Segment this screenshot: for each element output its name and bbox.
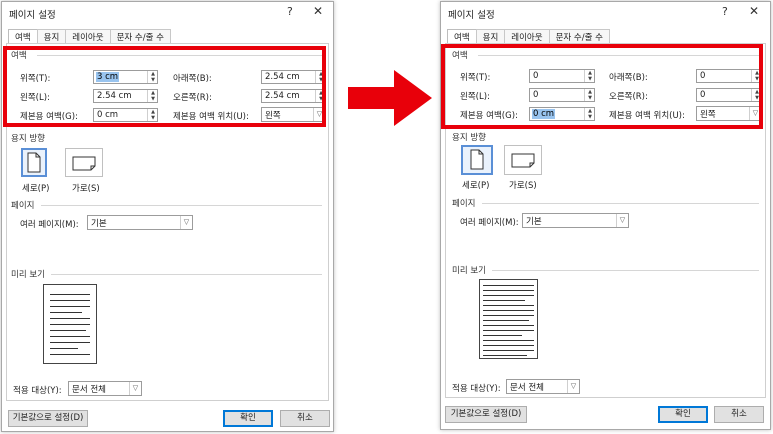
multiple-pages-label: 여러 페이지(M): — [20, 220, 79, 230]
portrait-button[interactable] — [21, 148, 47, 177]
pages-group-label: 페이지 — [11, 201, 35, 211]
portrait-label: 세로(P) — [22, 184, 50, 194]
cancel-button[interactable]: 취소 — [280, 410, 330, 427]
apply-to-label: 적용 대상(Y): — [452, 384, 501, 394]
tab-layout[interactable]: 레이아웃 — [504, 29, 550, 43]
chevron-down-icon[interactable]: ▽ — [616, 214, 628, 227]
apply-to-select[interactable]: 문서 전체 ▽ — [68, 381, 142, 396]
orientation-group-label: 용지 방향 — [452, 133, 486, 143]
cancel-button[interactable]: 취소 — [714, 406, 764, 423]
close-icon[interactable]: ✕ — [313, 4, 323, 18]
help-icon[interactable]: ? — [722, 5, 728, 18]
preview-group-label: 미리 보기 — [452, 266, 486, 276]
chevron-down-icon[interactable]: ▽ — [567, 380, 579, 393]
page-preview — [43, 284, 97, 364]
group-divider — [492, 270, 759, 271]
tab-paper[interactable]: 용지 — [36, 29, 67, 43]
orientation-group-label: 용지 방향 — [11, 134, 45, 144]
tab-margins[interactable]: 여백 — [8, 29, 38, 44]
portrait-button[interactable] — [461, 145, 493, 175]
landscape-label: 가로(S) — [72, 184, 100, 194]
chevron-down-icon[interactable]: ▽ — [180, 216, 192, 229]
landscape-page-icon — [72, 156, 96, 171]
group-divider — [41, 205, 322, 206]
portrait-page-icon — [27, 152, 41, 173]
multiple-pages-label: 여러 페이지(M): — [460, 218, 519, 228]
help-icon[interactable]: ? — [287, 5, 293, 18]
set-as-default-button[interactable]: 기본값으로 설정(D) — [445, 406, 527, 423]
apply-to-select[interactable]: 문서 전체 ▽ — [506, 379, 580, 394]
dialog-title: 페이지 설정 — [9, 10, 56, 21]
chevron-down-icon[interactable]: ▽ — [129, 382, 141, 395]
multiple-pages-value: 기본 — [91, 219, 107, 229]
tab-margins[interactable]: 여백 — [447, 29, 477, 44]
margins-highlight-box-before — [3, 46, 326, 127]
landscape-button[interactable] — [504, 145, 542, 175]
landscape-page-icon — [511, 153, 535, 168]
tab-chars-lines[interactable]: 문자 수/줄 수 — [548, 29, 610, 43]
multiple-pages-select[interactable]: 기본 ▽ — [522, 213, 629, 228]
tab-layout[interactable]: 레이아웃 — [65, 29, 111, 43]
arrow-right-icon — [348, 70, 432, 126]
pages-group-label: 페이지 — [452, 199, 476, 209]
dialog-title-bar: 페이지 설정 ? ✕ — [2, 2, 333, 24]
portrait-label: 세로(P) — [462, 181, 490, 191]
ok-button[interactable]: 확인 — [223, 410, 273, 427]
apply-to-value: 문서 전체 — [510, 383, 544, 393]
group-divider — [51, 274, 322, 275]
margins-highlight-box-after — [441, 44, 763, 129]
apply-to-value: 문서 전체 — [72, 385, 106, 395]
tab-paper[interactable]: 용지 — [475, 29, 506, 43]
multiple-pages-value: 기본 — [526, 217, 542, 227]
close-icon[interactable]: ✕ — [749, 4, 759, 18]
multiple-pages-select[interactable]: 기본 ▽ — [87, 215, 193, 230]
set-as-default-button[interactable]: 기본값으로 설정(D) — [8, 410, 88, 427]
tab-chars-lines[interactable]: 문자 수/줄 수 — [109, 29, 171, 43]
page-preview — [479, 279, 538, 359]
landscape-button[interactable] — [65, 148, 103, 177]
dialog-title: 페이지 설정 — [448, 10, 495, 21]
group-divider — [482, 203, 759, 204]
landscape-label: 가로(S) — [509, 181, 537, 191]
dialog-title-bar: 페이지 설정 ? ✕ — [441, 2, 770, 24]
tab-strip: 여백 용지 레이아웃 문자 수/줄 수 — [447, 29, 610, 44]
apply-to-label: 적용 대상(Y): — [13, 386, 62, 396]
preview-group-label: 미리 보기 — [11, 270, 45, 280]
tab-strip: 여백 용지 레이아웃 문자 수/줄 수 — [8, 29, 171, 44]
ok-button[interactable]: 확인 — [658, 406, 708, 423]
portrait-page-icon — [470, 149, 484, 170]
